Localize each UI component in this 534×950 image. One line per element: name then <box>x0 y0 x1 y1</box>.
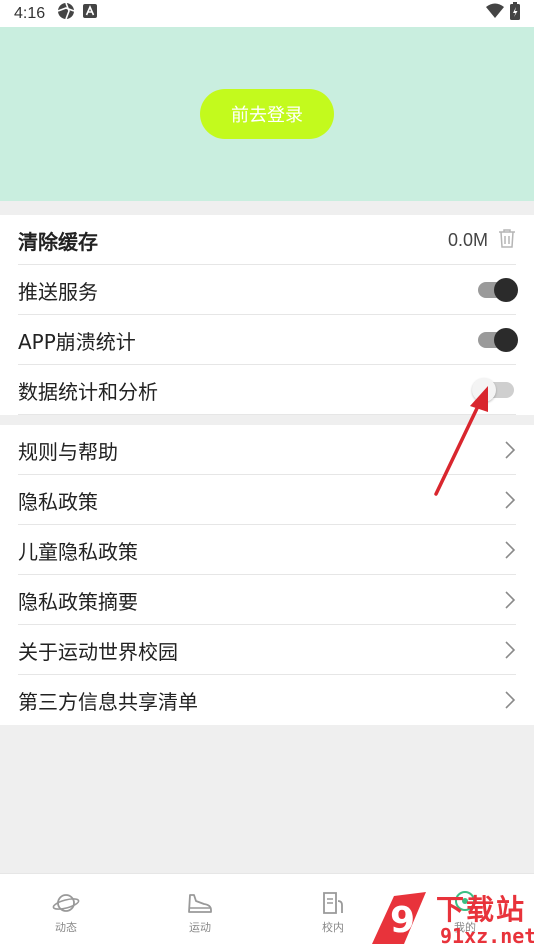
push-service-label: 推送服务 <box>18 279 98 304</box>
document-icon <box>323 891 343 914</box>
toggle-knob <box>494 328 518 352</box>
status-time: 4:16 <box>14 4 46 22</box>
aperture-icon <box>57 2 75 25</box>
link-row-third-party[interactable]: 第三方信息共享清单 <box>0 675 534 725</box>
chevron-right-icon <box>505 641 516 659</box>
annotation-arrow <box>434 386 488 496</box>
link-row-about[interactable]: 关于运动世界校园 <box>0 625 534 675</box>
link-label: 儿童隐私政策 <box>18 539 138 564</box>
tab-label: 动态 <box>55 920 77 934</box>
login-button[interactable]: 前去登录 <box>200 89 334 139</box>
link-label: 隐私政策摘要 <box>18 589 138 614</box>
status-right <box>486 2 520 25</box>
crash-stats-right <box>478 328 518 352</box>
chevron-right-icon <box>505 591 516 609</box>
link-right <box>504 440 516 460</box>
link-right <box>504 640 516 660</box>
link-right <box>504 690 516 710</box>
watermark-logo: 9 <box>372 892 426 944</box>
chevron-right-icon <box>505 541 516 559</box>
link-right <box>504 540 516 560</box>
clear-cache-label: 清除缓存 <box>18 229 98 254</box>
status-bar: 4:16 <box>0 0 534 27</box>
svg-text:9: 9 <box>390 900 415 941</box>
crash-stats-label: APP崩溃统计 <box>18 329 136 354</box>
wifi-icon <box>486 3 504 24</box>
tab-label: 校内 <box>322 920 344 934</box>
push-service-row: 推送服务 <box>0 265 534 315</box>
clear-cache-row[interactable]: 清除缓存 0.0M <box>0 215 534 265</box>
toggle-knob <box>494 278 518 302</box>
data-analysis-label: 数据统计和分析 <box>18 379 158 404</box>
chevron-right-icon <box>505 441 516 459</box>
link-label: 关于运动世界校园 <box>18 639 178 664</box>
crash-stats-toggle[interactable] <box>478 328 518 352</box>
chevron-right-icon <box>505 491 516 509</box>
tab-label: 运动 <box>189 920 211 934</box>
link-label: 隐私政策 <box>18 489 98 514</box>
push-service-right <box>478 278 518 302</box>
cache-size: 0.0M <box>447 229 488 250</box>
tab-feed[interactable]: 动态 <box>21 874 111 950</box>
watermark-url: 91xz.net <box>440 924 534 948</box>
link-right <box>504 490 516 510</box>
notification-a-icon <box>83 4 98 23</box>
header-banner: 前去登录 <box>0 27 534 201</box>
trash-icon[interactable] <box>498 228 516 252</box>
chevron-right-icon <box>505 691 516 709</box>
planet-icon <box>52 893 80 912</box>
push-service-toggle[interactable] <box>478 278 518 302</box>
clear-cache-right: 0.0M <box>448 228 516 252</box>
watermark-title: 下载站 <box>436 893 527 926</box>
shoe-icon <box>188 893 212 913</box>
crash-stats-row: APP崩溃统计 <box>0 315 534 365</box>
link-row-privacy-summary[interactable]: 隐私政策摘要 <box>0 575 534 625</box>
tab-sport[interactable]: 运动 <box>155 874 245 950</box>
battery-icon <box>510 2 520 25</box>
watermark: 9 下载站 91xz.net <box>360 886 534 950</box>
link-row-child-privacy[interactable]: 儿童隐私政策 <box>0 525 534 575</box>
link-label: 规则与帮助 <box>18 439 118 464</box>
link-right <box>504 590 516 610</box>
link-label: 第三方信息共享清单 <box>18 689 198 714</box>
